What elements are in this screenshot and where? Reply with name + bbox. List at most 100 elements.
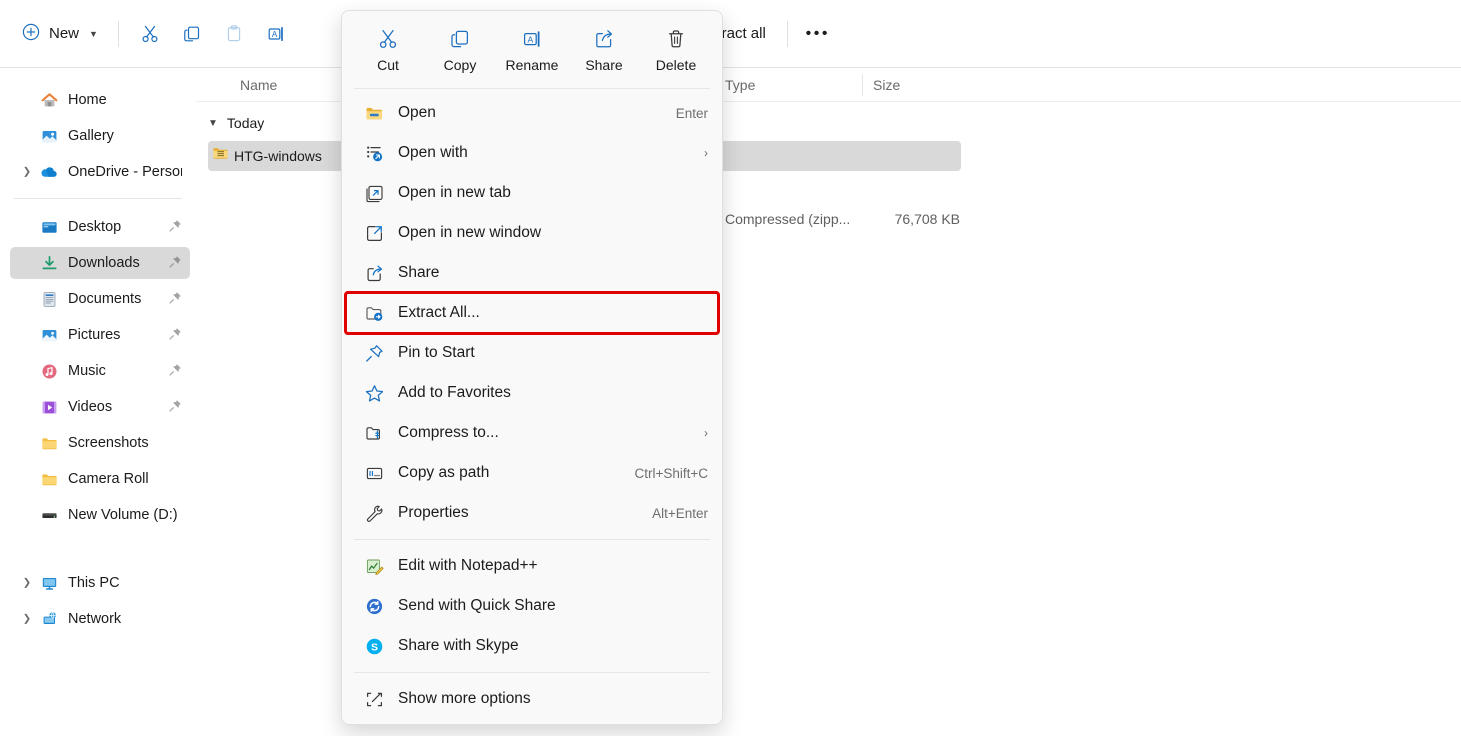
context-menu-item-label: Compress to...	[398, 424, 499, 441]
sidebar-item-label: Downloads	[68, 255, 140, 271]
sidebar-item-videos[interactable]: Videos	[10, 391, 190, 423]
extract-folder-icon	[364, 303, 384, 323]
sidebar-item-documents[interactable]: Documents	[10, 283, 190, 315]
context-menu-item-properties[interactable]: Properties Alt+Enter	[346, 493, 718, 533]
sidebar-item-label: New Volume (D:)	[68, 507, 178, 523]
sidebar-item-home[interactable]: Home	[10, 84, 190, 116]
command-bar: New ▼ A Extract all •••	[0, 0, 1461, 68]
column-header-name[interactable]: Name	[240, 77, 277, 93]
context-copy-label: Copy	[443, 57, 477, 73]
quick-share-icon	[364, 596, 384, 616]
context-menu-item-label: Add to Favorites	[398, 384, 511, 401]
pin-icon[interactable]	[169, 255, 182, 272]
rename-button[interactable]: A	[255, 17, 297, 51]
context-menu-item-compress-to[interactable]: Compress to... ›	[346, 413, 718, 453]
context-menu-item-add-to-favorites[interactable]: Add to Favorites	[346, 373, 718, 413]
paste-button[interactable]	[213, 17, 255, 51]
context-menu-separator-1	[354, 539, 710, 540]
file-size: 76,708 KB	[894, 211, 960, 227]
chevron-right-icon[interactable]: ❯	[20, 614, 34, 625]
sidebar-item-onedrive[interactable]: ❯ OneDrive - Persona	[10, 156, 190, 188]
sidebar-item-label: Screenshots	[68, 435, 149, 451]
context-menu-item-show-more-options[interactable]: Show more options	[346, 679, 718, 719]
chevron-right-icon: ›	[704, 426, 708, 440]
column-header-type[interactable]: Type	[725, 77, 755, 93]
context-cut-button[interactable]: Cut	[357, 23, 419, 77]
sidebar-item-gallery[interactable]: Gallery	[10, 120, 190, 152]
context-menu-item-label: Open in new tab	[398, 184, 511, 201]
column-divider-2[interactable]	[862, 74, 863, 96]
context-menu-item-edit-with-notepadpp[interactable]: Edit with Notepad++	[346, 546, 718, 586]
file-explorer-window: New ▼ A Extract all ••• Home Gallery ❯ O…	[0, 0, 1461, 736]
file-type: Compressed (zipp...	[725, 211, 851, 227]
context-menu-item-extract-all[interactable]: Extract All...	[344, 291, 720, 335]
copy-button[interactable]	[171, 17, 213, 51]
context-menu-item-open-in-new-tab[interactable]: Open in new tab	[346, 173, 718, 213]
skype-icon: S	[364, 636, 384, 656]
new-button[interactable]: New ▼	[14, 17, 108, 51]
context-menu-separator-2	[354, 672, 710, 673]
context-menu-item-open-in-new-window[interactable]: Open in new window	[346, 213, 718, 253]
pin-icon[interactable]	[169, 363, 182, 380]
sidebar-item-this-pc[interactable]: ❯ This PC	[10, 567, 190, 599]
sidebar-gap-2	[0, 549, 196, 563]
folder-open-icon	[364, 103, 384, 123]
svg-text:A: A	[528, 34, 534, 44]
context-share-button[interactable]: Share	[573, 23, 635, 77]
sidebar-divider	[14, 198, 182, 199]
sidebar-item-downloads[interactable]: Downloads	[10, 247, 190, 279]
zip-folder-icon	[212, 145, 230, 168]
overflow-dots-icon: •••	[805, 24, 830, 42]
plus-circle-icon	[22, 23, 40, 45]
context-menu-item-pin-to-start[interactable]: Pin to Start	[346, 333, 718, 373]
context-menu-item-copy-as-path[interactable]: Copy as path Ctrl+Shift+C	[346, 453, 718, 493]
group-header-label: Today	[226, 115, 265, 131]
sidebar-item-desktop[interactable]: Desktop	[10, 211, 190, 243]
toolbar-divider-2	[786, 20, 788, 47]
chevron-down-icon[interactable]: ▼	[208, 118, 218, 129]
sidebar-item-label: Videos	[68, 399, 113, 415]
cut-button[interactable]	[129, 17, 171, 51]
compress-icon	[364, 423, 384, 443]
context-menu-items: Open Enter Open with › Open in new tab O…	[342, 90, 722, 724]
context-delete-button[interactable]: Delete	[645, 23, 707, 77]
context-share-label: Share	[585, 57, 623, 73]
sidebar-item-network[interactable]: ❯ Network	[10, 603, 190, 635]
sidebar-item-new-volume-d[interactable]: New Volume (D:)	[10, 499, 190, 531]
context-menu-item-label: Pin to Start	[398, 344, 475, 361]
context-rename-button[interactable]: A Rename	[501, 23, 563, 77]
notepadpp-icon	[364, 556, 384, 576]
chevron-right-icon[interactable]: ❯	[20, 578, 34, 589]
context-menu-item-accel: Alt+Enter	[652, 505, 708, 521]
see-more-button[interactable]: •••	[798, 17, 838, 51]
sidebar-item-label: Home	[68, 92, 107, 108]
pin-icon[interactable]	[169, 219, 182, 236]
copy-path-icon	[364, 463, 384, 483]
pin-icon[interactable]	[169, 327, 182, 344]
sidebar-item-music[interactable]: Music	[10, 355, 190, 387]
context-copy-button[interactable]: Copy	[429, 23, 491, 77]
sidebar-item-label: Pictures	[68, 327, 121, 343]
context-cut-label: Cut	[377, 57, 399, 73]
pin-icon[interactable]	[169, 399, 182, 416]
sidebar-item-pictures[interactable]: Pictures	[10, 319, 190, 351]
network-icon	[40, 610, 58, 628]
sidebar-item-label: Desktop	[68, 219, 122, 235]
svg-text:S: S	[370, 641, 377, 653]
context-menu-item-send-with-quick-share[interactable]: Send with Quick Share	[346, 586, 718, 626]
sidebar-item-label: Network	[68, 611, 122, 627]
context-menu-item-open-with[interactable]: Open with ›	[346, 133, 718, 173]
sidebar-item-camera-roll[interactable]: Camera Roll	[10, 463, 190, 495]
sidebar-item-screenshots[interactable]: Screenshots	[10, 427, 190, 459]
copy-icon	[451, 30, 469, 48]
context-menu-item-share[interactable]: Share	[346, 253, 718, 293]
chevron-right-icon[interactable]: ❯	[20, 167, 34, 178]
rename-icon: A	[268, 26, 283, 41]
context-menu-item-share-with-skype[interactable]: S Share with Skype	[346, 626, 718, 666]
column-header-size[interactable]: Size	[873, 77, 900, 93]
context-menu-item-open[interactable]: Open Enter	[346, 93, 718, 133]
pin-icon[interactable]	[169, 291, 182, 308]
onedrive-icon	[40, 163, 58, 181]
paste-icon	[227, 24, 241, 41]
